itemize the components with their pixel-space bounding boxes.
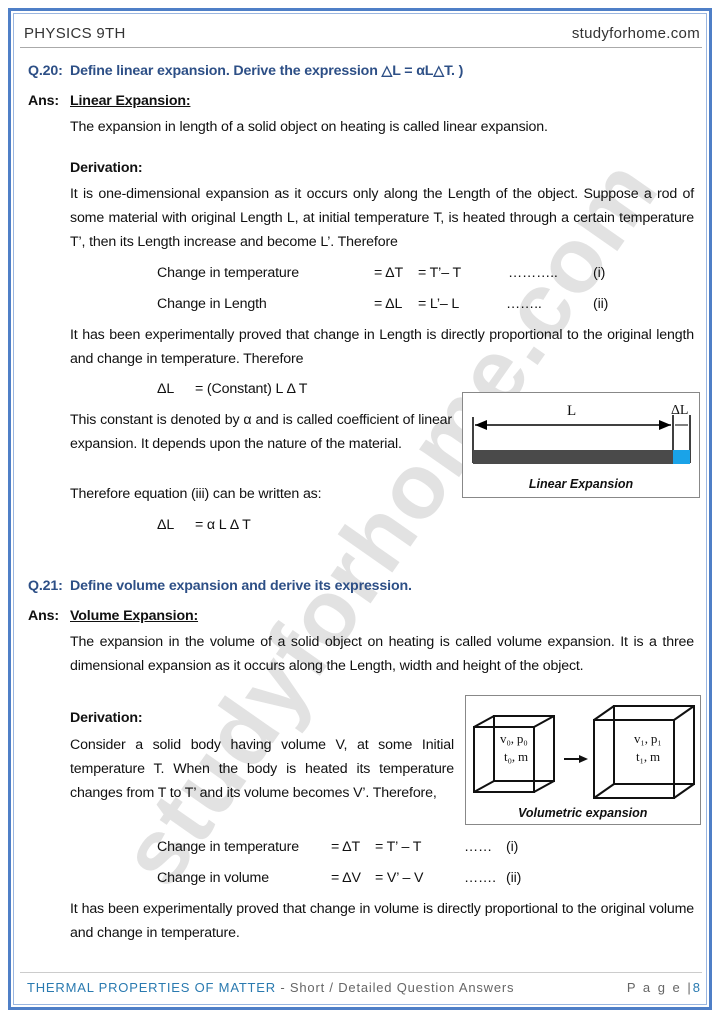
page-number: 8 xyxy=(692,980,702,995)
eq2-lhs: ΔL xyxy=(157,517,175,533)
box1-line2: t₀, m xyxy=(504,749,529,764)
header-rule xyxy=(20,47,702,48)
label-delta-L: ΔL xyxy=(671,403,689,418)
q21-heading: Volume Expansion: xyxy=(70,608,199,624)
footer-page: P a g e |8 xyxy=(627,980,702,995)
row-val: = L’– L xyxy=(418,296,460,312)
volume-expansion-diagram xyxy=(473,705,695,799)
box1-line1: v₀, p₀ xyxy=(500,731,528,746)
q20-para2: It has been experimentally proved that c… xyxy=(70,327,694,367)
q21-para2: It has been experimentally proved that c… xyxy=(70,901,694,941)
q20-para4: Therefore equation (iii) can be written … xyxy=(70,486,322,502)
q20-para3: This constant is denoted by α and is cal… xyxy=(70,412,452,452)
row-label: Change in temperature xyxy=(157,839,299,855)
header-subject: PHYSICS 9TH xyxy=(24,25,126,42)
q20-number: Q.20: xyxy=(28,63,63,79)
row-dots: …… xyxy=(464,839,493,855)
footer-rule xyxy=(20,972,702,973)
footer-text: THERMAL PROPERTIES OF MATTER - Short / D… xyxy=(27,980,514,995)
q20-heading: Linear Expansion: xyxy=(70,93,191,109)
page-label: P a g e | xyxy=(626,980,693,995)
row-label: Change in temperature xyxy=(157,265,299,281)
row-dots: …….. xyxy=(506,296,542,312)
row-dots: ……. xyxy=(464,870,496,886)
q20-question: Define linear expansion. Derive the expr… xyxy=(70,63,464,79)
figure-caption: Linear Expansion xyxy=(528,477,634,491)
volume-expansion-figure: v₀, p₀ t₀, m v₁, p₁ t₁, m Volumetric exp… xyxy=(465,695,701,825)
q21-ans-label: Ans: xyxy=(28,608,59,624)
q21-para1: Consider a solid body having volume V, a… xyxy=(70,737,454,801)
row-dots: ……….. xyxy=(508,265,558,281)
q21-number: Q.21: xyxy=(28,578,63,594)
q20-definition: The expansion in length of a solid objec… xyxy=(70,119,548,135)
row-val: = V’ – V xyxy=(375,870,424,886)
row-eq: = ΔL xyxy=(374,296,403,312)
q21-definition: The expansion in the volume of a solid o… xyxy=(70,634,694,674)
row-eq: = ΔT xyxy=(374,265,403,281)
row-val: = T’ – T xyxy=(375,839,422,855)
eq1-lhs: ΔL xyxy=(157,381,175,397)
row-val: = T’– T xyxy=(418,265,461,281)
figure-caption: Volumetric expansion xyxy=(518,806,648,820)
linear-expansion-figure: L ΔL Linear Expansion xyxy=(462,392,700,498)
footer-subtitle: - Short / Detailed Question Answers xyxy=(275,980,515,995)
q20-ans-label: Ans: xyxy=(28,93,59,109)
row-num: (i) xyxy=(593,265,606,281)
q20-para1: It is one-dimensional expansion as it oc… xyxy=(70,186,694,250)
row-num: (ii) xyxy=(593,296,609,312)
eq1-rhs: = (Constant) L Δ T xyxy=(195,381,308,397)
row-num: (i) xyxy=(506,839,519,855)
header-site: studyforhome.com xyxy=(571,25,700,42)
q20-derivation-heading: Derivation: xyxy=(70,160,143,176)
box2-line2: t₁, m xyxy=(636,749,661,764)
linear-expansion-diagram xyxy=(472,415,691,464)
rod-expansion xyxy=(673,450,690,464)
eq2-rhs: = α L Δ T xyxy=(195,517,251,533)
row-label: Change in volume xyxy=(157,870,269,886)
row-num: (ii) xyxy=(506,870,522,886)
q21-derivation-heading: Derivation: xyxy=(70,710,143,726)
row-label: Change in Length xyxy=(157,296,267,312)
box2-line1: v₁, p₁ xyxy=(634,731,662,746)
row-eq: = ΔT xyxy=(331,839,360,855)
label-L: L xyxy=(567,403,577,419)
rod xyxy=(473,450,673,464)
q21-question: Define volume expansion and derive its e… xyxy=(70,578,412,594)
footer-chapter: THERMAL PROPERTIES OF MATTER xyxy=(27,980,276,995)
row-eq: = ΔV xyxy=(331,870,361,886)
